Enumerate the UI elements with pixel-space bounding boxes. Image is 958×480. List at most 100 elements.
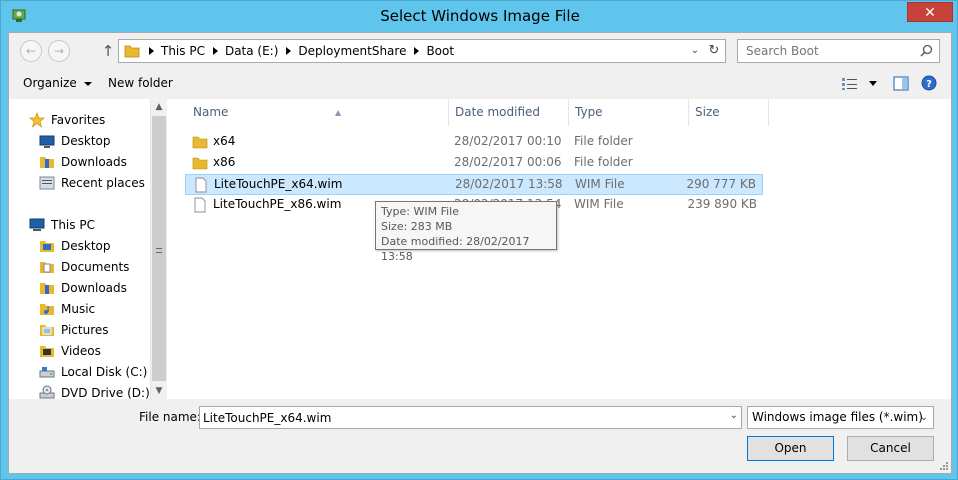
nav-label: Music — [61, 301, 96, 316]
recent-places-icon — [39, 176, 55, 189]
nav-pc-desktop[interactable]: Desktop — [39, 235, 111, 256]
column-header-date[interactable]: Date modified — [449, 99, 569, 126]
file-date: 28/02/2017 00:06 — [454, 155, 562, 169]
resize-grip-icon[interactable] — [939, 461, 949, 471]
nav-scrollbar[interactable]: ▲ ▼ — [150, 99, 167, 399]
nav-label: Local Disk (C:) — [61, 364, 148, 379]
chevron-right-icon[interactable] — [212, 47, 218, 55]
nav-fav-recent[interactable]: Recent places — [39, 172, 145, 193]
file-name-combobox[interactable]: ⌄ — [199, 406, 742, 429]
nav-pc-local-disk[interactable]: Local Disk (C:) — [39, 361, 147, 382]
file-name: x64 — [213, 134, 236, 148]
file-chooser-footer: File name: ⌄ Windows image files (*.wim)… — [9, 399, 951, 473]
cancel-button[interactable]: Cancel — [847, 436, 934, 461]
view-options-icon[interactable] — [841, 77, 859, 91]
nav-label: Favorites — [51, 112, 106, 127]
scrollbar-grip — [156, 248, 162, 253]
help-icon[interactable]: ? — [921, 75, 937, 91]
chevron-right-icon[interactable] — [149, 47, 154, 55]
file-type: File folder — [574, 155, 633, 169]
table-row-selected[interactable]: LiteTouchPE_x64.wim 28/02/2017 13:58 WIM… — [185, 174, 763, 195]
file-list[interactable]: Name ▲ Date modified Type Size x64 28/02… — [167, 99, 951, 399]
scroll-up-icon[interactable]: ▲ — [151, 99, 167, 115]
dvd-drive-icon — [39, 385, 55, 398]
window-title: Select Windows Image File — [380, 7, 580, 25]
file-tooltip: Type: WIM File Size: 283 MB Date modifie… — [375, 201, 557, 263]
dialog-window: Select Windows Image File ✕ ← → ↑ This P… — [0, 0, 958, 480]
breadcrumb-this-pc[interactable]: This PC — [161, 44, 205, 58]
close-button[interactable]: ✕ — [907, 2, 953, 22]
back-button[interactable]: ← — [20, 40, 42, 62]
desktop-folder-icon — [40, 240, 54, 252]
folder-icon — [192, 136, 208, 149]
chevron-down-icon — [83, 81, 92, 86]
file-icon — [195, 177, 207, 193]
forward-button[interactable]: → — [48, 40, 70, 62]
title-bar[interactable]: Select Windows Image File ✕ — [1, 1, 958, 32]
refresh-icon[interactable]: ↻ — [706, 42, 722, 60]
preview-pane-icon[interactable] — [893, 76, 909, 91]
column-header-size[interactable]: Size — [689, 99, 769, 126]
nav-fav-desktop[interactable]: Desktop — [39, 130, 111, 151]
folder-icon — [192, 157, 208, 170]
nav-label: Recent places — [61, 175, 145, 190]
tooltip-type: Type: WIM File — [381, 205, 459, 218]
nav-this-pc[interactable]: This PC — [29, 214, 95, 235]
nav-favorites[interactable]: Favorites — [29, 109, 105, 130]
address-dropdown-icon[interactable]: ⌄ — [687, 42, 703, 60]
file-name: LiteTouchPE_x64.wim — [214, 177, 343, 191]
chevron-right-icon[interactable] — [286, 47, 292, 55]
nav-pc-downloads[interactable]: Downloads — [39, 277, 127, 298]
column-label: Name — [193, 105, 229, 119]
breadcrumb-deploymentshare[interactable]: DeploymentShare — [298, 44, 406, 58]
table-row[interactable]: x64 28/02/2017 00:10 File folder — [185, 132, 763, 153]
tooltip-size: Size: 283 MB — [381, 220, 453, 233]
chevron-down-icon[interactable]: ⌄ — [920, 407, 928, 428]
nav-label: Documents — [61, 259, 130, 274]
organize-label: Organize — [23, 76, 77, 90]
nav-fav-downloads[interactable]: Downloads — [39, 151, 127, 172]
search-box[interactable] — [737, 39, 940, 63]
organize-button[interactable]: Organize — [23, 76, 92, 90]
breadcrumb-boot[interactable]: Boot — [426, 44, 454, 58]
nav-label: Downloads — [61, 280, 127, 295]
scroll-down-icon[interactable]: ▼ — [151, 383, 167, 399]
table-row[interactable]: x86 28/02/2017 00:06 File folder — [185, 153, 763, 174]
view-dropdown-icon[interactable] — [869, 81, 877, 86]
nav-pc-documents[interactable]: Documents — [39, 256, 129, 277]
desktop-icon — [39, 135, 55, 148]
column-header-type[interactable]: Type — [569, 99, 689, 126]
new-folder-button[interactable]: New folder — [108, 76, 173, 90]
scrollbar-thumb[interactable] — [152, 116, 166, 381]
nav-pc-music[interactable]: Music — [39, 298, 95, 319]
column-header-name[interactable]: Name ▲ — [187, 99, 449, 126]
nav-label: Downloads — [61, 154, 127, 169]
up-button[interactable]: ↑ — [98, 41, 118, 61]
downloads-icon — [40, 156, 54, 168]
file-icon — [194, 197, 206, 213]
search-icon[interactable] — [920, 44, 933, 57]
file-name-input[interactable] — [200, 407, 720, 428]
nav-pc-dvd-drive[interactable]: DVD Drive (D:) IR — [39, 382, 165, 399]
pictures-icon — [40, 324, 54, 336]
nav-label: Pictures — [61, 322, 109, 337]
file-type: WIM File — [574, 197, 624, 211]
videos-icon — [40, 345, 54, 357]
search-input[interactable] — [738, 40, 913, 62]
chevron-down-icon[interactable]: ⌄ — [730, 410, 738, 421]
address-bar[interactable]: This PC Data (E:) DeploymentShare Boot ⌄… — [118, 39, 726, 63]
nav-pc-pictures[interactable]: Pictures — [39, 319, 109, 340]
star-icon — [29, 111, 45, 128]
documents-icon — [40, 261, 54, 273]
chevron-right-icon[interactable] — [414, 47, 420, 55]
file-type: File folder — [574, 134, 633, 148]
file-date: 28/02/2017 00:10 — [454, 134, 562, 148]
local-disk-icon — [39, 366, 55, 377]
breadcrumb-data-drive[interactable]: Data (E:) — [225, 44, 278, 58]
file-type-select[interactable]: Windows image files (*.wim) ⌄ — [747, 406, 934, 429]
file-type: WIM File — [575, 177, 625, 191]
nav-pc-videos[interactable]: Videos — [39, 340, 101, 361]
open-button[interactable]: Open — [747, 436, 834, 461]
navigation-pane[interactable]: Favorites Desktop Downloads Recent place… — [9, 99, 167, 399]
sort-ascending-icon: ▲ — [335, 108, 342, 117]
